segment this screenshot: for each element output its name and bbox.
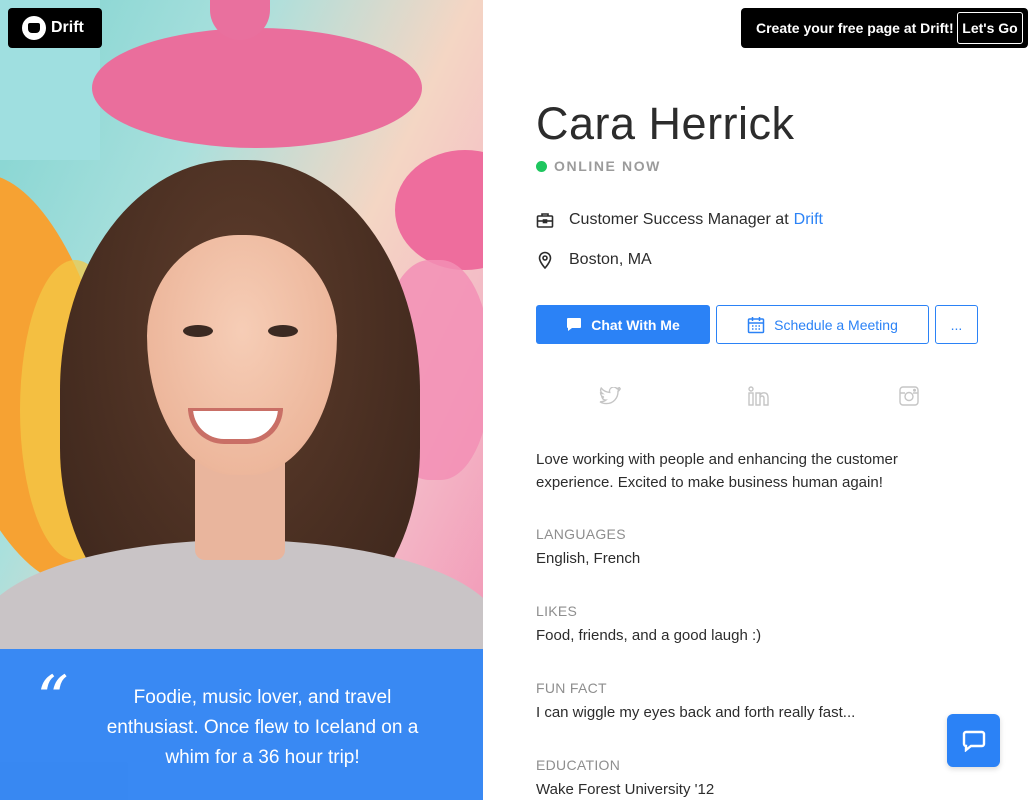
profile-photo: “ Foodie, music lover, and travel enthus… xyxy=(0,0,483,800)
instagram-icon[interactable] xyxy=(897,384,921,408)
chat-bubble-icon xyxy=(962,730,985,752)
profile-name: Cara Herrick xyxy=(536,98,795,149)
education-value: Wake Forest University '12 xyxy=(536,781,715,798)
bio-text: Love working with people and enhancing t… xyxy=(536,451,898,491)
status-text: ONLINE NOW xyxy=(554,158,661,174)
fun-fact-value: I can wiggle my eyes back and forth real… xyxy=(536,704,856,721)
education-label: EDUCATION xyxy=(536,757,621,773)
quote-mark: “ xyxy=(36,663,69,737)
quote-text: Foodie, music lover, and travel enthusia… xyxy=(106,687,419,768)
promo-bar: Create your free page at Drift! Let's Go xyxy=(741,8,1028,48)
location-row: Boston, MA xyxy=(536,251,652,269)
portrait-eye xyxy=(268,325,298,337)
job-row: Customer Success Manager at Drift xyxy=(536,211,823,229)
calendar-icon xyxy=(747,316,765,334)
chat-widget-button[interactable] xyxy=(947,714,1000,767)
briefcase-icon xyxy=(536,211,554,229)
languages-value: English, French xyxy=(536,550,641,567)
likes-value: Food, friends, and a good laugh :) xyxy=(536,627,762,644)
lets-go-button[interactable]: Let's Go xyxy=(957,12,1023,44)
company-link[interactable]: Drift xyxy=(794,211,823,229)
job-title: Customer Success Manager at xyxy=(569,211,789,228)
drift-logo-icon xyxy=(22,16,46,40)
drift-logo-text: Drift xyxy=(51,19,84,36)
schedule-meeting-button[interactable]: Schedule a Meeting xyxy=(716,305,929,344)
chat-with-me-button[interactable]: Chat With Me xyxy=(536,305,710,344)
languages-label: LANGUAGES xyxy=(536,526,626,542)
photo-bg-shape xyxy=(92,28,422,148)
portrait-eye xyxy=(183,325,213,337)
drift-logo[interactable]: Drift xyxy=(8,8,102,48)
linkedin-icon[interactable] xyxy=(747,384,771,408)
twitter-icon[interactable] xyxy=(598,384,622,408)
online-status: ONLINE NOW xyxy=(536,158,661,174)
schedule-meeting-label: Schedule a Meeting xyxy=(774,316,898,333)
more-options-button[interactable]: ... xyxy=(935,305,978,344)
likes-label: LIKES xyxy=(536,603,578,619)
location-text: Boston, MA xyxy=(569,251,652,268)
location-pin-icon xyxy=(536,251,554,269)
promo-text: Create your free page at Drift! xyxy=(756,20,954,36)
chat-with-me-label: Chat With Me xyxy=(591,316,680,333)
chat-icon xyxy=(566,317,582,332)
fun-fact-label: FUN FACT xyxy=(536,680,607,696)
status-dot-icon xyxy=(536,160,547,172)
